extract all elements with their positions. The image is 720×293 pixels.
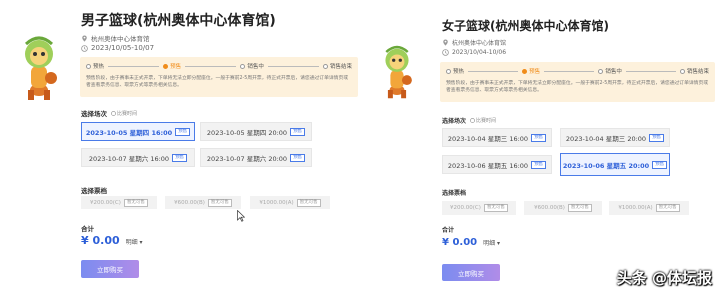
step-dot — [240, 63, 246, 69]
session-label: 选择场次 比赛时间 — [81, 110, 138, 118]
presale-badge: 预售 — [649, 133, 665, 142]
price-option[interactable]: ¥600.00(B) 暂无可售 — [165, 196, 241, 209]
step-ended: 销售结束 — [322, 62, 352, 70]
event-title: 女子篮球(杭州奥体中心体育馆) — [442, 19, 609, 33]
sale-steps: 预热 预售 销售中 销售结束 — [446, 66, 709, 76]
step-ended: 销售结束 — [679, 67, 709, 75]
venue-text: 杭州奥体中心体育馆 — [452, 40, 507, 47]
presale-badge: 预售 — [290, 127, 306, 136]
clock-icon — [470, 118, 475, 123]
total-label: 合计 — [442, 227, 455, 234]
price-label: 选择票档 — [81, 187, 107, 195]
presale-badge: 预售 — [175, 127, 191, 136]
step-preheat: 预热 — [446, 67, 464, 75]
date-info: 2023/10/05-10/07 — [81, 44, 154, 52]
session-sub: 比赛时间 — [470, 117, 496, 124]
buy-now-button[interactable]: 立即购买 — [81, 260, 139, 278]
session-option[interactable]: 2023-10-07 星期六 20:00 预售 — [200, 148, 312, 167]
step-dot — [598, 68, 604, 74]
session-option[interactable]: 2023-10-07 星期六 16:00 预售 — [81, 148, 195, 167]
price-option[interactable]: ¥1000.00(A) 暂无可售 — [609, 201, 689, 215]
unavailable-badge: 暂无可售 — [207, 198, 232, 207]
clock-icon — [111, 110, 116, 116]
unavailable-badge: 暂无可售 — [567, 204, 592, 212]
venue-info: 杭州奥体中心体育馆 — [81, 33, 150, 43]
notice-text: 预售阶段，由于赛事未正式开票，下单将无法立即分配座位。一般于赛前2-5周开票，待… — [446, 81, 709, 93]
total-amount: ¥ 0.00 — [442, 237, 478, 248]
venue-info: 杭州奥体中心体育馆 — [442, 38, 506, 47]
session-label: 选择场次 比赛时间 — [442, 117, 497, 125]
step-onsale: 销售中 — [598, 67, 622, 75]
location-icon — [82, 34, 87, 42]
date-text: 2023/10/04-10/06 — [452, 49, 507, 56]
presale-badge: 预售 — [290, 153, 306, 162]
clock-icon — [81, 44, 88, 52]
step-onsale: 销售中 — [240, 62, 264, 70]
step-dot — [522, 68, 528, 74]
mascot-image — [385, 45, 412, 99]
event-panel-men: 男子篮球(杭州奥体中心体育馆) 杭州奥体中心体育馆 2023/10/05-10/… — [0, 0, 362, 293]
session-option[interactable]: 2023-10-06 星期五 20:00 预售 — [560, 153, 670, 176]
total-row: ¥ 0.00 明细 ▾ — [81, 234, 143, 247]
step-dot — [322, 63, 328, 69]
buy-now-button[interactable]: 立即购买 — [442, 264, 500, 281]
price-option[interactable]: ¥600.00(B) 暂无可售 — [524, 201, 602, 215]
total-row: ¥ 0.00 明细 ▾ — [442, 237, 500, 248]
session-sub: 比赛时间 — [111, 110, 137, 117]
event-panel-women: 女子篮球(杭州奥体中心体育馆) 杭州奥体中心体育馆 2023/10/04-10/… — [372, 0, 720, 293]
unavailable-badge: 暂无可售 — [655, 204, 680, 212]
session-option[interactable]: 2023-10-06 星期五 16:00 预售 — [442, 155, 552, 174]
presale-badge: 预售 — [172, 153, 188, 162]
price-option[interactable]: ¥1000.00(A) 暂无可售 — [250, 196, 330, 209]
sale-steps: 预热 预售 销售中 销售结束 — [86, 61, 352, 71]
presale-badge: 预售 — [531, 160, 547, 169]
step-dot — [446, 68, 451, 74]
price-option[interactable]: ¥200.00(C) 暂无可售 — [81, 196, 157, 209]
unavailable-badge: 暂无可售 — [123, 198, 148, 207]
sale-notice: 预热 预售 销售中 销售结束 预售阶段，由于赛事未正式开票，下单将无法立即分配座… — [440, 62, 715, 102]
step-dot — [679, 68, 685, 74]
date-text: 2023/10/05-10/07 — [91, 44, 155, 52]
price-label: 选择票档 — [442, 190, 467, 197]
detail-toggle[interactable]: 明细 ▾ — [483, 238, 500, 247]
unavailable-badge: 暂无可售 — [483, 204, 508, 212]
mouse-cursor-icon — [237, 210, 245, 222]
step-presale: 预售 — [163, 62, 181, 70]
date-info: 2023/10/04-10/06 — [442, 49, 506, 56]
unavailable-badge: 暂无可售 — [296, 198, 321, 207]
session-option[interactable]: 2023-10-04 星期三 20:00 预售 — [560, 128, 670, 147]
location-icon — [443, 39, 448, 46]
step-dot — [86, 63, 91, 69]
venue-text: 杭州奥体中心体育馆 — [91, 35, 150, 43]
step-dot — [163, 63, 169, 69]
event-title: 男子篮球(杭州奥体中心体育馆) — [81, 13, 276, 29]
presale-badge: 预售 — [531, 133, 547, 142]
step-presale: 预售 — [522, 67, 540, 75]
clock-icon — [442, 49, 449, 56]
total-label: 合计 — [81, 225, 94, 233]
notice-text: 预售阶段，由于赛事未正式开票，下单将无法立即分配座位。一般于赛前2-5周开票，待… — [86, 76, 349, 88]
presale-badge: 预售 — [652, 160, 668, 169]
step-preheat: 预热 — [86, 62, 104, 70]
watermark-text: 头条 @体坛报 — [616, 269, 712, 287]
session-option[interactable]: 2023-10-05 星期四 16:00 预售 — [81, 122, 195, 141]
mascot-image — [24, 36, 57, 100]
sale-notice: 预热 预售 销售中 销售结束 预售阶段，由于赛事未正式开票，下单将无法立即分配座… — [80, 57, 358, 97]
total-amount: ¥ 0.00 — [81, 234, 120, 247]
price-option[interactable]: ¥200.00(C) 暂无可售 — [442, 201, 516, 215]
session-option[interactable]: 2023-10-04 星期三 16:00 预售 — [442, 128, 552, 147]
session-option[interactable]: 2023-10-05 星期四 20:00 预售 — [200, 122, 312, 141]
detail-toggle[interactable]: 明细 ▾ — [126, 237, 143, 246]
